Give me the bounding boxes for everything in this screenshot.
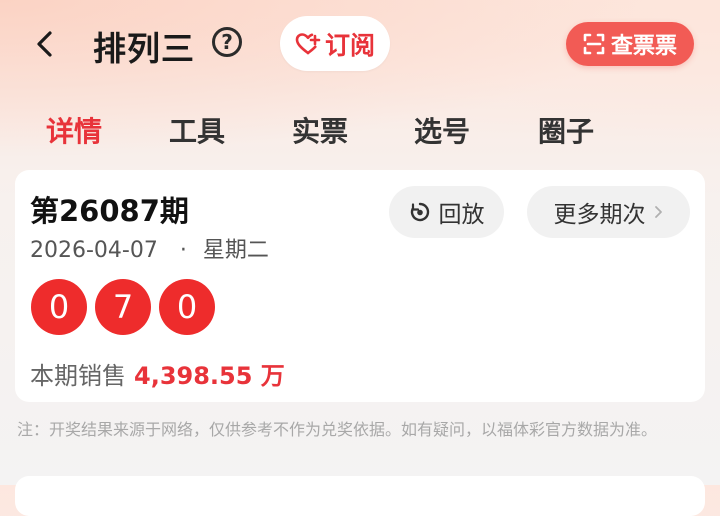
winning-numbers: 0 7 0 [31,279,215,335]
more-periods-button[interactable]: 更多期次 [527,186,690,238]
draw-result-card: 第26087期 2026-04-07 · 星期二 回放 更多期次 0 7 0 本期销… [15,170,705,402]
tab-number-picker[interactable]: 选号 [414,110,470,150]
number-ball: 0 [159,279,215,335]
sales-row: 本期销售 4,398.55 万 [30,356,285,391]
help-button[interactable]: ? [212,27,242,57]
header: 排列三 ? 订阅 查票票 [0,0,720,90]
subscribe-label: 订阅 [324,30,375,60]
check-ticket-label: 查票票 [610,34,677,59]
tab-community[interactable]: 圈子 [538,110,594,150]
chevron-right-icon [654,206,662,218]
page-title: 排列三 [93,29,195,68]
scan-icon [583,33,605,55]
back-button[interactable] [28,24,64,64]
replay-icon [410,202,429,222]
sales-label: 本期销售 [30,362,126,390]
disclaimer-note: 注：开奖结果来源于网络，仅供参考不作为兑奖依据。如有疑问，以福体彩官方数据为准。 [17,420,658,439]
draw-weekday: 星期二 [202,238,269,263]
date-separator: · [179,238,187,263]
replay-label: 回放 [438,202,485,228]
question-circle-icon: ? [221,30,233,54]
number-ball: 0 [31,279,87,335]
tab-bar: 详情 工具 实票 选号 圈子 [0,100,720,160]
chevron-left-icon [37,31,52,57]
more-periods-label: 更多期次 [553,202,646,228]
draw-date-row: 2026-04-07 · 星期二 [30,232,269,264]
draw-period: 第26087期 [30,194,189,228]
next-card [15,476,705,516]
heart-plus-icon [295,32,321,54]
subscribe-button[interactable]: 订阅 [280,16,390,71]
tab-tools[interactable]: 工具 [169,110,225,150]
number-ball: 7 [95,279,151,335]
draw-date: 2026-04-07 [30,238,158,263]
sales-amount: 4,398.55 万 [134,362,285,390]
tab-details[interactable]: 详情 [46,110,102,150]
check-ticket-button[interactable]: 查票票 [566,22,694,66]
tab-real-tickets[interactable]: 实票 [292,110,348,150]
replay-button[interactable]: 回放 [389,186,504,238]
